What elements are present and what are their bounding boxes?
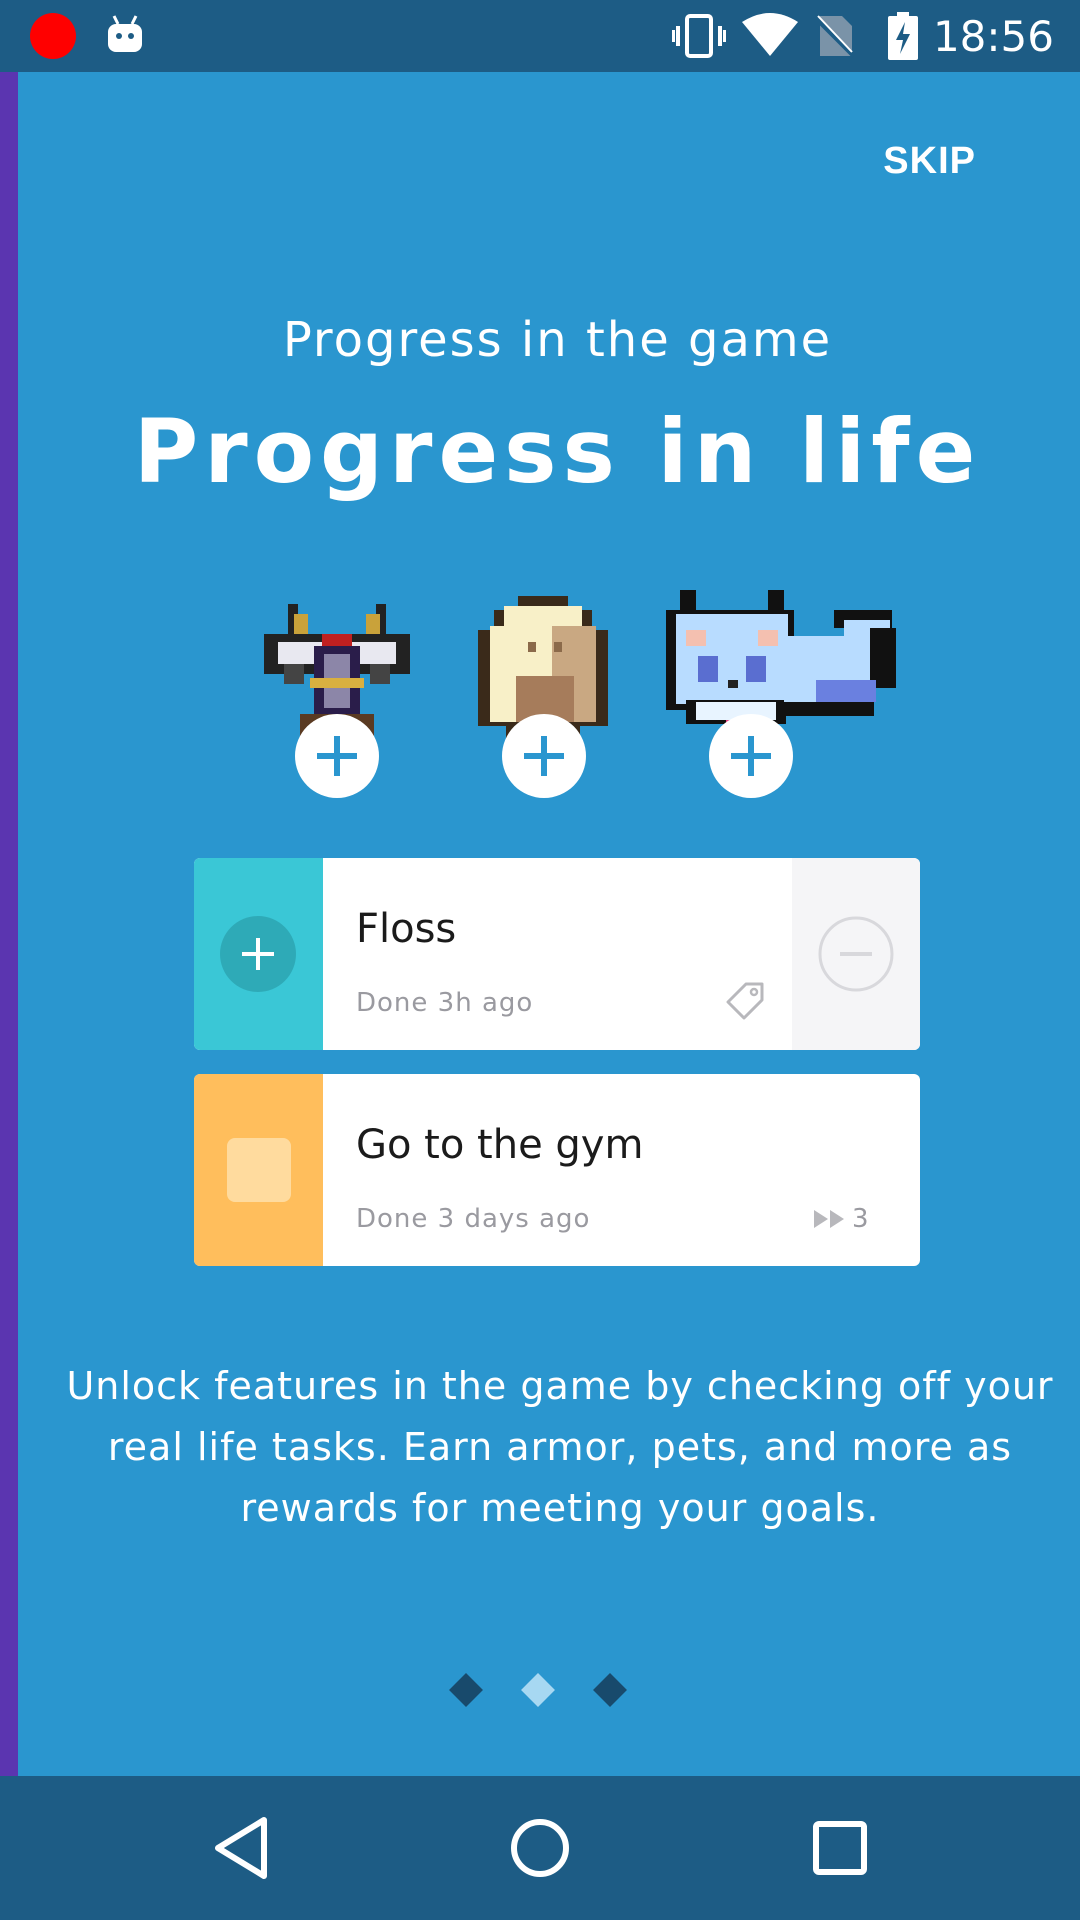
record-dot-icon — [30, 13, 76, 59]
habit-plus-area[interactable] — [194, 858, 323, 1050]
back-icon[interactable] — [206, 1812, 278, 1884]
add-armor-button[interactable] — [295, 714, 379, 798]
task-meta: Done 3 days ago — [356, 1204, 591, 1234]
pet-sprite — [666, 590, 896, 734]
page-dot-1[interactable] — [449, 1673, 483, 1707]
skip-button[interactable]: SKIP — [883, 140, 976, 183]
home-icon[interactable] — [504, 1812, 576, 1884]
streak-icon — [814, 1210, 844, 1228]
task-meta: Done 3h ago — [356, 988, 534, 1018]
daily-checkbox[interactable] — [227, 1138, 291, 1202]
daily-card[interactable]: Go to the gym Done 3 days ago 3 — [194, 1074, 920, 1266]
wifi-icon — [742, 13, 798, 56]
intro-subtitle: Progress in the game — [282, 312, 833, 368]
page-dot-2-active[interactable] — [521, 1673, 555, 1707]
add-egg-button[interactable] — [502, 714, 586, 798]
tag-icon — [726, 982, 764, 1020]
status-bar: 18:56 — [0, 0, 1080, 72]
add-pet-button[interactable] — [709, 714, 793, 798]
habit-plus-icon — [220, 916, 296, 992]
minus-icon — [818, 916, 894, 992]
task-title: Go to the gym — [356, 1122, 644, 1168]
page-dot-3[interactable] — [593, 1673, 627, 1707]
plus-icon — [731, 736, 771, 776]
description-text: Unlock features in the game by checking … — [66, 1364, 1054, 1530]
habit-card[interactable]: Floss Done 3h ago — [194, 858, 920, 1050]
no-sim-icon — [816, 15, 854, 58]
intro-title: Progress in life — [133, 400, 982, 503]
window-edge — [0, 0, 18, 1920]
navigation-bar — [0, 1776, 1080, 1920]
streak-count: 3 — [852, 1204, 869, 1234]
vibrate-icon — [672, 14, 726, 58]
recents-icon[interactable] — [804, 1812, 876, 1884]
android-debug-icon — [108, 15, 142, 52]
plus-icon — [317, 736, 357, 776]
battery-charging-icon — [888, 12, 918, 60]
page-indicator — [446, 1672, 646, 1712]
daily-checkbox-area[interactable] — [194, 1074, 323, 1266]
status-clock: 18:56 — [932, 12, 1054, 61]
task-title: Floss — [356, 906, 457, 952]
habit-minus-area[interactable] — [792, 858, 920, 1050]
plus-icon — [524, 736, 564, 776]
